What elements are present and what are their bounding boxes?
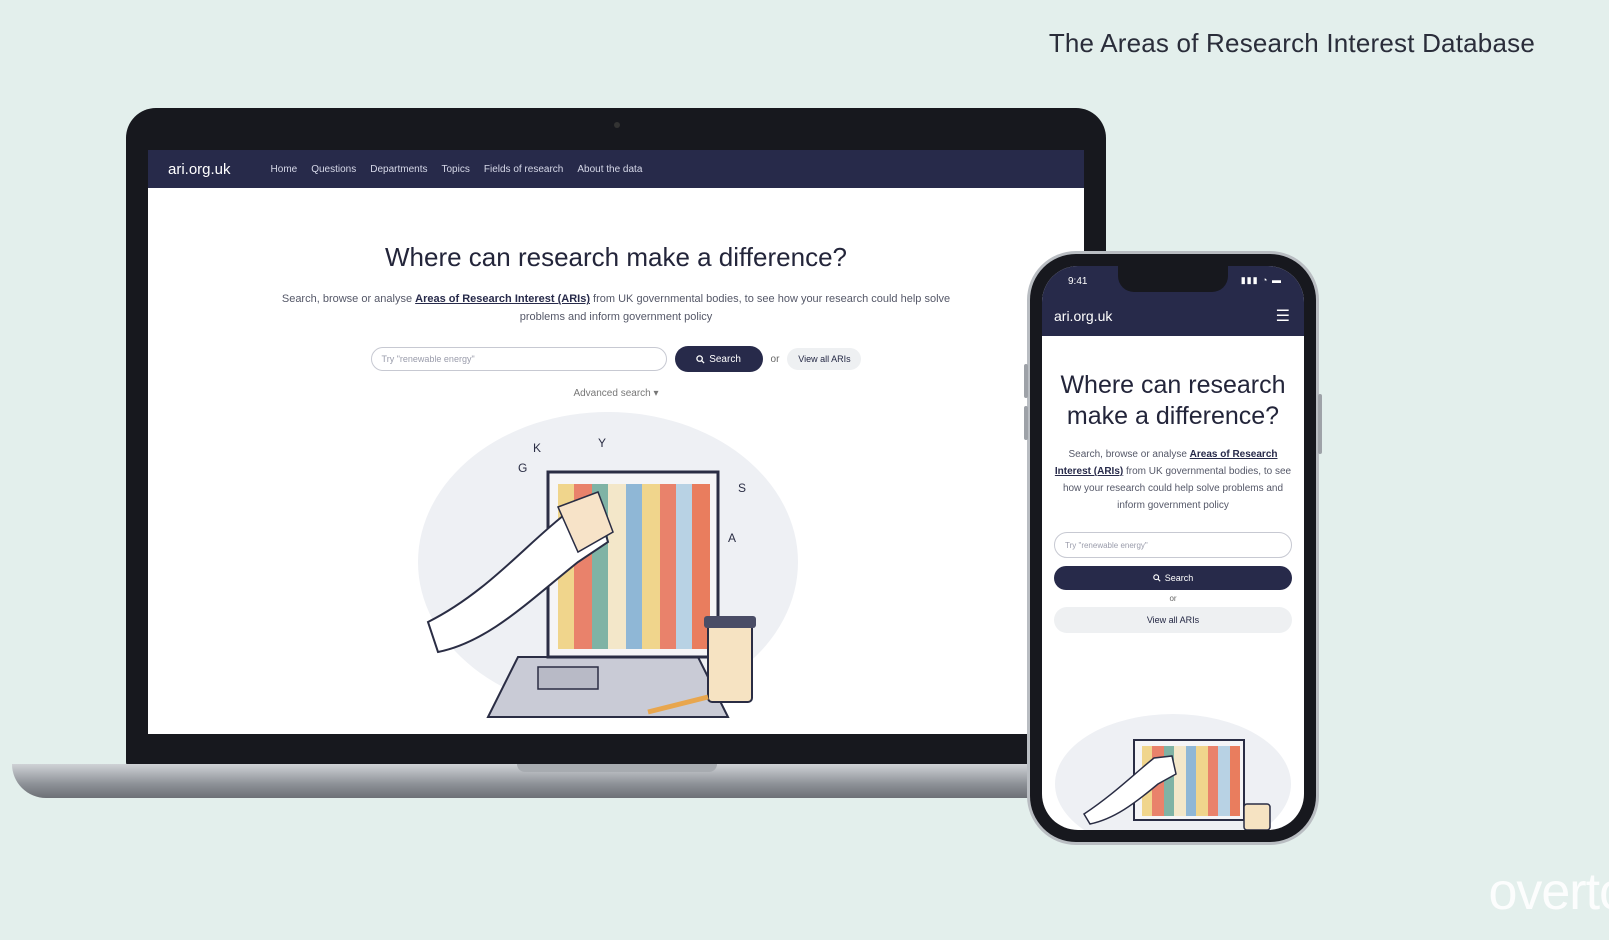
status-icons: ▮▮▮ ◔ ▬ [1240, 275, 1282, 285]
nav-questions[interactable]: Questions [311, 164, 356, 175]
phone-hero-subtitle: Search, browse or analyse Areas of Resea… [1054, 446, 1292, 514]
watermark-logo: overto [1488, 863, 1609, 921]
phone-hero-illustration [1055, 714, 1291, 830]
search-button[interactable]: Search [674, 346, 763, 373]
phone-or-separator: or [1169, 594, 1177, 603]
status-time: 9:41 [1068, 276, 1088, 287]
hero-heading: Where can research make a difference? [385, 242, 847, 272]
advanced-search-toggle[interactable]: Advanced search ▾ [148, 388, 1084, 399]
phone-site-logo[interactable]: ari.org.uk [1054, 308, 1112, 324]
phone-screen: 9:41 ▮▮▮ ◔ ▬ ari.org.uk ☰ Where can rese… [1042, 266, 1304, 830]
aris-link[interactable]: Areas of Research Interest (ARIs) [415, 293, 590, 305]
phone-subtitle-text: Search, browse or analyse [1068, 449, 1190, 460]
search-row: Try "renewable energy" Search or View al… [148, 346, 1084, 373]
phone-volume-down [1024, 406, 1028, 440]
phone-mockup: 9:41 ▮▮▮ ◔ ▬ ari.org.uk ☰ Where can rese… [1024, 254, 1322, 842]
hero-illustration: G K S A Y [418, 412, 798, 718]
phone-notch [1118, 266, 1228, 292]
search-button-label: Search [709, 353, 741, 365]
laptop-mockup: ari.org.uk Home Questions Departments To… [126, 108, 1106, 768]
laptop-screen: ari.org.uk Home Questions Departments To… [148, 150, 1084, 734]
phone-search-button[interactable]: Search [1054, 566, 1292, 590]
or-separator: or [770, 353, 780, 365]
nav-topics[interactable]: Topics [442, 164, 470, 175]
svg-text:G: G [518, 461, 527, 475]
svg-text:A: A [728, 531, 736, 545]
laptop-navbar: ari.org.uk Home Questions Departments To… [148, 150, 1084, 188]
phone-search-button-label: Search [1164, 573, 1194, 583]
phone-power-button [1318, 394, 1322, 454]
svg-text:S: S [738, 481, 746, 495]
svg-text:Y: Y [598, 436, 606, 450]
hero-subtitle: Search, browse or analyse Areas of Resea… [266, 290, 966, 326]
phone-volume-up [1024, 364, 1028, 398]
hamburger-menu-icon[interactable]: ☰ [1276, 306, 1290, 326]
search-input[interactable]: Try "renewable energy" [370, 347, 667, 372]
search-icon [696, 355, 705, 364]
nav-home[interactable]: Home [271, 164, 298, 175]
subtitle-text: Search, browse or analyse [281, 293, 416, 306]
laptop-hinge [517, 764, 717, 772]
laptop-camera [614, 122, 620, 128]
phone-view-all-aris-button[interactable]: View all ARIs [1054, 607, 1292, 633]
view-all-aris-button[interactable]: View all ARIs [787, 348, 862, 371]
nav-departments[interactable]: Departments [370, 164, 427, 175]
page-title: The Areas of Research Interest Database [1048, 28, 1535, 58]
nav-fields-of-research[interactable]: Fields of research [484, 164, 563, 175]
nav-about-the-data[interactable]: About the data [577, 164, 642, 175]
site-logo[interactable]: ari.org.uk [168, 161, 231, 178]
svg-text:K: K [533, 441, 541, 455]
laptop-base [12, 764, 1112, 798]
phone-search-input[interactable]: Try "renewable energy" [1054, 532, 1292, 558]
phone-hero-heading: Where can research make a difference? [1060, 371, 1286, 430]
search-icon [1152, 574, 1161, 582]
